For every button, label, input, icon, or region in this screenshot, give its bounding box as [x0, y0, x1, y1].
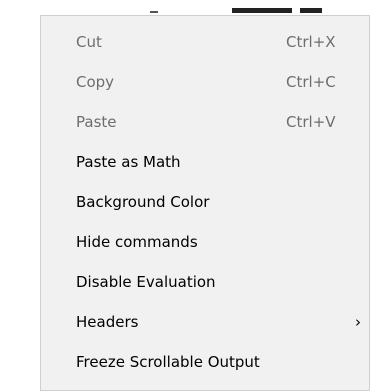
menu-item-hide-commands[interactable]: Hide commands — [41, 222, 369, 262]
menu-item-label: Paste — [76, 113, 117, 131]
menu-item-label: Paste as Math — [76, 153, 181, 171]
menu-item-label: Copy — [76, 73, 115, 91]
menu-item-disable-evaluation[interactable]: Disable Evaluation — [41, 262, 369, 302]
chevron-right-icon: › — [355, 313, 361, 331]
menu-item-label: Hide commands — [76, 233, 198, 251]
menu-item-paste-as-math[interactable]: Paste as Math — [41, 142, 369, 182]
menu-item-label: Disable Evaluation — [76, 273, 216, 291]
menu-item-cut[interactable]: Cut Ctrl+X — [41, 22, 369, 62]
underlying-content-fragment — [0, 0, 370, 15]
menu-item-shortcut: Ctrl+C — [286, 73, 336, 91]
screen: Cut Ctrl+X Copy Ctrl+C Paste Ctrl+V Past… — [0, 0, 370, 391]
menu-item-copy[interactable]: Copy Ctrl+C — [41, 62, 369, 102]
menu-item-freeze-scrollable-output[interactable]: Freeze Scrollable Output — [41, 342, 369, 382]
menu-item-shortcut: Ctrl+V — [286, 113, 336, 131]
context-menu: Cut Ctrl+X Copy Ctrl+C Paste Ctrl+V Past… — [40, 15, 370, 391]
menu-item-shortcut: Ctrl+X — [286, 33, 336, 51]
menu-item-label: Cut — [76, 33, 102, 51]
menu-item-background-color[interactable]: Background Color — [41, 182, 369, 222]
menu-item-label: Freeze Scrollable Output — [76, 353, 260, 371]
menu-item-label: Headers — [76, 313, 139, 331]
menu-item-headers[interactable]: Headers › — [41, 302, 369, 342]
menu-item-label: Background Color — [76, 193, 210, 211]
menu-item-paste[interactable]: Paste Ctrl+V — [41, 102, 369, 142]
